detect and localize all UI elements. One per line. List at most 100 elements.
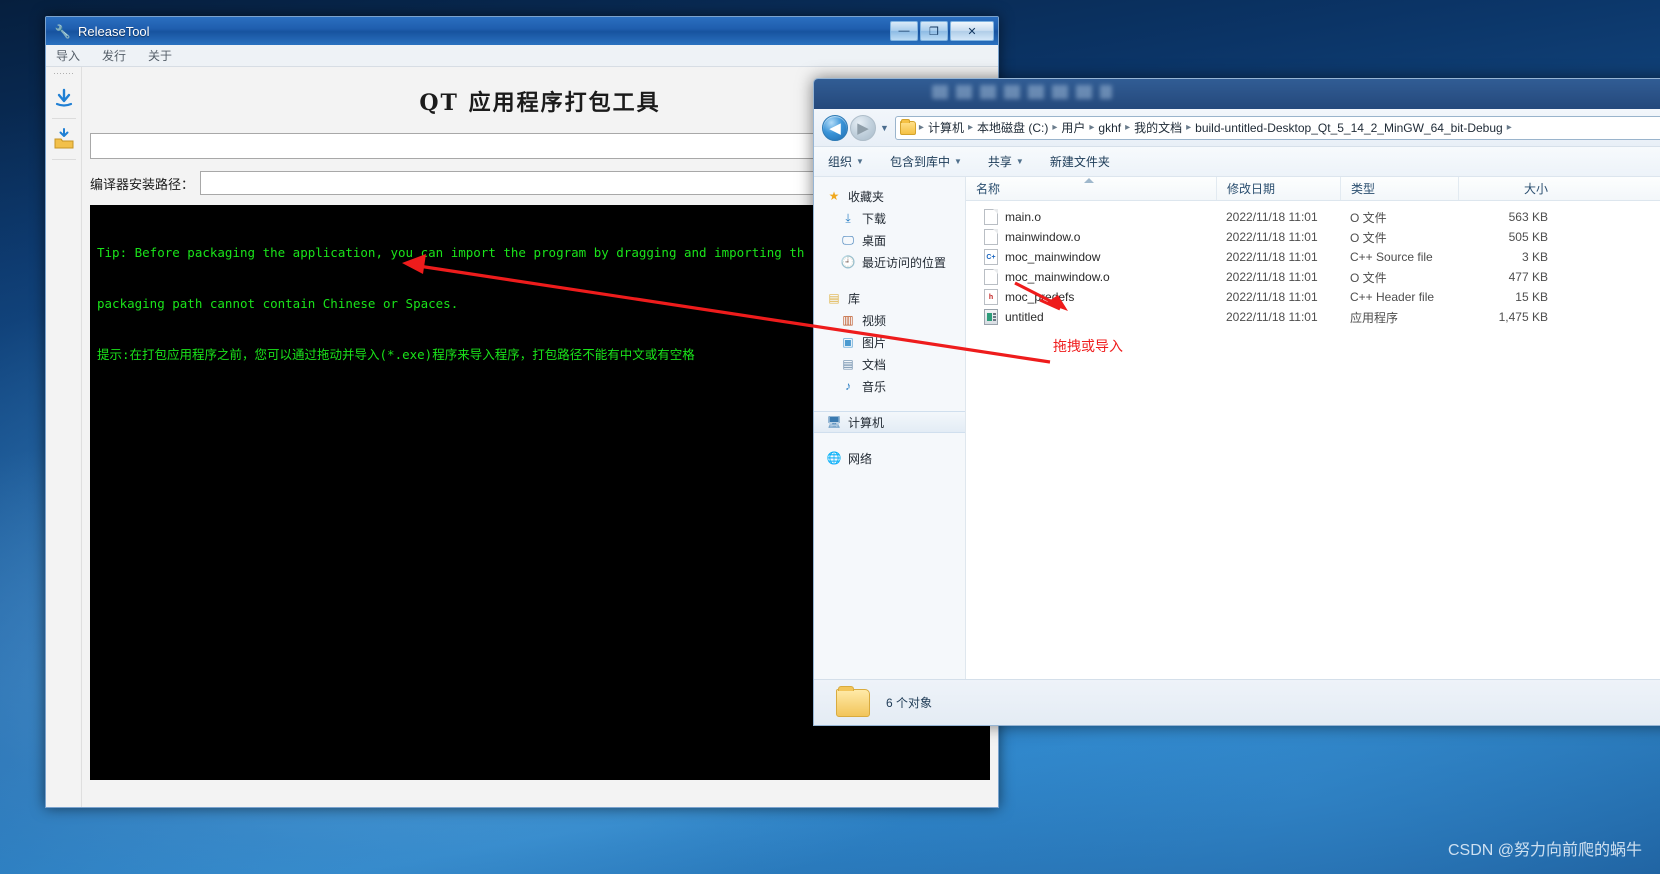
menu-about[interactable]: 关于 bbox=[148, 47, 172, 64]
breadcrumb-local-disk[interactable]: 本地磁盘 (C:) bbox=[974, 119, 1051, 136]
close-button[interactable]: ✕ bbox=[950, 21, 994, 41]
breadcrumb-separator: ▸ bbox=[1125, 122, 1131, 133]
breadcrumb-separator: ▸ bbox=[918, 122, 924, 133]
explorer-navigation-bar: ◀ ▶ ▼ ▸ 计算机 ▸ 本地磁盘 (C:) ▸ 用户 ▸ gkhf ▸ 我的… bbox=[814, 109, 1660, 147]
menu-import[interactable]: 导入 bbox=[56, 47, 80, 64]
menu-publish[interactable]: 发行 bbox=[102, 47, 126, 64]
import-folder-icon[interactable] bbox=[49, 124, 79, 154]
breadcrumb-users[interactable]: 用户 bbox=[1058, 119, 1088, 136]
file-type-cell: C++ Source file bbox=[1350, 250, 1433, 264]
file-name-cell: C+ moc_mainwindow bbox=[966, 249, 1216, 265]
table-row[interactable]: main.o 2022/11/18 11:01 O 文件 563 KB bbox=[966, 207, 1660, 227]
videos-icon: ▥ bbox=[842, 313, 854, 327]
file-name-cell: mainwindow.o bbox=[966, 229, 1216, 245]
file-size-cell: 1,475 KB bbox=[1498, 310, 1548, 324]
release-tool-title: ReleaseTool bbox=[78, 23, 150, 39]
o-file-icon bbox=[984, 229, 998, 245]
drag-or-import-annotation: 拖拽或导入 bbox=[1053, 338, 1123, 354]
sidebar-item-desktop[interactable]: 🖵 桌面 bbox=[814, 229, 965, 251]
compiler-path-label: 编译器安装路径： bbox=[90, 176, 195, 192]
file-type-cell: O 文件 bbox=[1350, 270, 1387, 285]
file-size-cell: 15 KB bbox=[1515, 290, 1548, 304]
sidebar-item-label: 最近访问的位置 bbox=[862, 255, 947, 270]
file-explorer-window: ◀ ▶ ▼ ▸ 计算机 ▸ 本地磁盘 (C:) ▸ 用户 ▸ gkhf ▸ 我的… bbox=[813, 78, 1660, 726]
column-header-name[interactable]: 名称 bbox=[966, 177, 1216, 200]
release-tool-window-buttons: — ❐ ✕ bbox=[890, 21, 994, 41]
network-icon: 🌐 bbox=[826, 451, 842, 465]
back-button[interactable]: ◀ bbox=[822, 114, 848, 141]
chevron-down-icon: ▼ bbox=[953, 157, 962, 166]
star-icon: ★ bbox=[828, 189, 840, 203]
toolbar-separator-2 bbox=[51, 159, 76, 160]
file-size-cell: 563 KB bbox=[1508, 210, 1548, 224]
sidebar-item-label: 网络 bbox=[848, 451, 873, 466]
release-tool-titlebar[interactable]: 🔧 ReleaseTool — ❐ ✕ bbox=[46, 17, 998, 45]
forward-button[interactable]: ▶ bbox=[850, 114, 876, 141]
file-list-column-header: 名称 修改日期 类型 大小 bbox=[966, 177, 1660, 201]
sidebar-item-label: 下载 bbox=[862, 211, 887, 226]
sidebar-item-label: 视频 bbox=[862, 313, 887, 328]
sidebar-item-label: 文档 bbox=[862, 357, 887, 372]
sidebar-item-downloads[interactable]: ⤓ 下载 bbox=[814, 207, 965, 229]
table-row[interactable]: untitled 2022/11/18 11:01 应用程序 1,475 KB bbox=[966, 307, 1660, 327]
file-date-cell: 2022/11/18 11:01 bbox=[1226, 270, 1318, 284]
column-header-type[interactable]: 类型 bbox=[1340, 177, 1458, 200]
o-file-icon bbox=[984, 209, 998, 225]
sidebar-item-recent-places[interactable]: 🕘 最近访问的位置 bbox=[814, 251, 965, 273]
breadcrumb-gkhf[interactable]: gkhf bbox=[1095, 121, 1124, 135]
recent-locations-dropdown[interactable]: ▼ bbox=[880, 123, 889, 133]
file-date-cell: 2022/11/18 11:01 bbox=[1226, 290, 1318, 304]
toolbar-share[interactable]: 共享 ▼ bbox=[988, 153, 1024, 170]
downloads-icon: ⤓ bbox=[845, 210, 851, 225]
libraries-icon: ▤ bbox=[828, 291, 840, 305]
address-bar[interactable]: ▸ 计算机 ▸ 本地磁盘 (C:) ▸ 用户 ▸ gkhf ▸ 我的文档 ▸ b… bbox=[894, 115, 1660, 140]
toolbar-organize-label: 组织 bbox=[828, 155, 853, 169]
sidebar-item-documents[interactable]: ▤ 文档 bbox=[814, 353, 965, 375]
table-row[interactable]: moc_mainwindow.o 2022/11/18 11:01 O 文件 4… bbox=[966, 267, 1660, 287]
breadcrumb-build-folder[interactable]: build-untitled-Desktop_Qt_5_14_2_MinGW_6… bbox=[1192, 121, 1506, 135]
toolbar-separator bbox=[51, 118, 76, 119]
file-list-view[interactable]: 名称 修改日期 类型 大小 main.o 2022/11/18 11:01 O … bbox=[966, 177, 1660, 679]
column-header-date[interactable]: 修改日期 bbox=[1216, 177, 1340, 200]
sidebar-item-pictures[interactable]: ▣ 图片 bbox=[814, 331, 965, 353]
sidebar-item-label: 图片 bbox=[862, 335, 887, 350]
sidebar-item-videos[interactable]: ▥ 视频 bbox=[814, 309, 965, 331]
sidebar-item-libraries[interactable]: ▤ 库 bbox=[814, 287, 965, 309]
folder-icon bbox=[899, 118, 916, 135]
breadcrumb-computer[interactable]: 计算机 bbox=[925, 119, 967, 136]
explorer-main-area: ★ 收藏夹 ⤓ 下载 🖵 桌面 🕘 最近访问的位置 ▤ 库 ▥ 视频 ▣ 图片 … bbox=[814, 177, 1660, 679]
toolbar-grip[interactable] bbox=[53, 71, 74, 77]
table-row[interactable]: h moc_predefs 2022/11/18 11:01 C++ Heade… bbox=[966, 287, 1660, 307]
music-icon: ♪ bbox=[845, 379, 851, 393]
chevron-down-icon: ▼ bbox=[856, 157, 864, 166]
sidebar-item-label: 收藏夹 bbox=[848, 189, 885, 204]
cpp-source-icon: C+ bbox=[984, 249, 998, 265]
sidebar-item-label: 计算机 bbox=[848, 415, 885, 430]
folder-icon bbox=[836, 685, 870, 717]
o-file-icon bbox=[984, 269, 998, 285]
explorer-status-bar: 6 个对象 bbox=[814, 679, 1660, 725]
sidebar-item-music[interactable]: ♪ 音乐 bbox=[814, 375, 965, 397]
release-tool-menubar: 导入 发行 关于 bbox=[46, 45, 998, 67]
minimize-button[interactable]: — bbox=[890, 21, 918, 41]
import-file-icon[interactable] bbox=[49, 83, 79, 113]
sidebar-item-network[interactable]: 🌐 网络 bbox=[814, 447, 965, 469]
breadcrumb-my-documents[interactable]: 我的文档 bbox=[1131, 119, 1185, 136]
file-type-cell: 应用程序 bbox=[1350, 310, 1399, 325]
file-name-label: untitled bbox=[1005, 310, 1044, 324]
toolbar-include-in-library[interactable]: 包含到库中 ▼ bbox=[890, 153, 962, 170]
sidebar-item-label: 音乐 bbox=[862, 379, 887, 394]
column-header-size[interactable]: 大小 bbox=[1458, 177, 1562, 200]
table-row[interactable]: C+ moc_mainwindow 2022/11/18 11:01 C++ S… bbox=[966, 247, 1660, 267]
breadcrumb-separator: ▸ bbox=[1186, 122, 1192, 133]
file-type-cell: C++ Header file bbox=[1350, 290, 1435, 304]
sidebar-item-favorites[interactable]: ★ 收藏夹 bbox=[814, 185, 965, 207]
file-name-cell: untitled bbox=[966, 309, 1216, 325]
maximize-button[interactable]: ❐ bbox=[920, 21, 948, 41]
sidebar-item-computer[interactable]: 🖥 计算机 bbox=[814, 411, 965, 433]
toolbar-organize[interactable]: 组织 ▼ bbox=[828, 153, 864, 170]
explorer-titlebar[interactable] bbox=[814, 79, 1660, 109]
toolbar-new-folder[interactable]: 新建文件夹 bbox=[1050, 153, 1110, 170]
table-row[interactable]: mainwindow.o 2022/11/18 11:01 O 文件 505 K… bbox=[966, 227, 1660, 247]
application-icon bbox=[984, 309, 998, 325]
